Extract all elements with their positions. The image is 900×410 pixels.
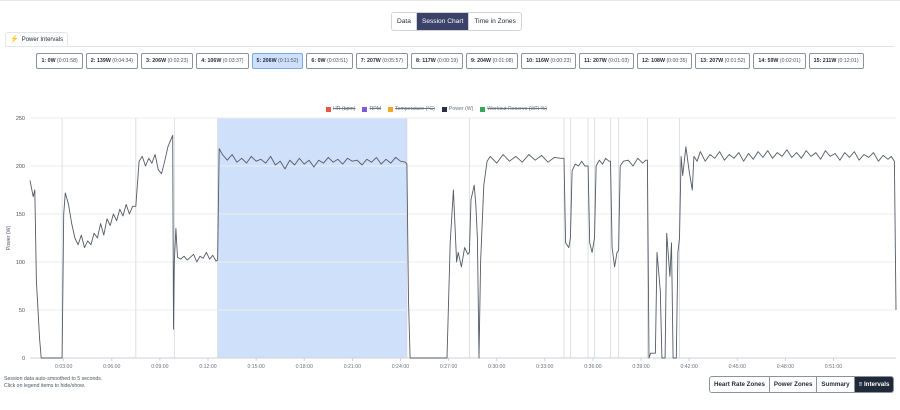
interval-button-9[interactable]: 9: 204W (0:01:08) [465, 53, 519, 69]
interval-duration: (0:01:03) [606, 58, 630, 64]
interval-button-8[interactable]: 8: 117W (0:00:19) [411, 53, 463, 69]
interval-duration: (0:05:57) [380, 58, 404, 64]
tab-power-intervals[interactable]: ⚡ Power Intervals [5, 32, 69, 47]
tab-intervals[interactable]: ≡ Intervals [854, 377, 894, 392]
interval-label: 15: 211W [813, 58, 837, 64]
interval-duration: (0:00:23) [548, 58, 572, 64]
x-tick-label: 0:48:00 [777, 364, 794, 370]
interval-button-14[interactable]: 14: 59W (0:02:01) [753, 53, 806, 69]
x-tick-label: 0:36:00 [584, 364, 601, 370]
x-tick-label: 0:12:00 [199, 364, 216, 370]
x-tick-label: 0:21:00 [344, 364, 361, 370]
smoothing-note: Session data auto-smoothed to 5 seconds.… [4, 376, 102, 390]
x-tick-label: 0:24:00 [392, 364, 409, 370]
x-tick-label: 0:06:00 [103, 364, 120, 370]
interval-label: 3: 206W [146, 58, 167, 64]
bottom-tabs: Heart Rate Zones Power Zones Summary ≡ I… [709, 376, 895, 393]
x-tick-label: 0:45:00 [729, 364, 746, 370]
interval-label: 12: 108W [642, 58, 665, 64]
interval-label: 13: 207W [700, 58, 724, 64]
interval-label: 4: 106W [201, 58, 222, 64]
tab-time-in-zones[interactable]: Time in Zones [469, 13, 521, 30]
interval-duration: (0:03:51) [325, 58, 348, 64]
interval-button-1[interactable]: 1: 0W (0:01:58) [36, 53, 83, 69]
interval-label: 10: 116W [526, 58, 549, 64]
interval-duration: (0:00:19) [435, 58, 458, 64]
interval-button-3[interactable]: 3: 206W (0:02:23) [141, 53, 194, 69]
y-tick-label: 150 [16, 212, 25, 218]
x-tick-label: 0:15:00 [247, 364, 264, 370]
selected-interval-highlight [217, 118, 407, 358]
interval-duration: (0:11:52) [276, 58, 299, 64]
interval-button-5[interactable]: 5: 206W (0:11:52) [251, 53, 304, 69]
legend-swatch [480, 106, 486, 112]
legend-swatch [326, 106, 331, 112]
legend-swatch [441, 106, 447, 112]
interval-duration: (0:01:58) [55, 58, 78, 64]
lightning-icon: ⚡ [10, 36, 19, 43]
x-tick-label: 0:33:00 [536, 364, 553, 370]
interval-duration: (0:01:08) [491, 58, 514, 64]
interval-button-2[interactable]: 2: 139W (0:04:34) [85, 53, 139, 69]
tab-summary[interactable]: Summary [817, 377, 855, 392]
x-tick-label: 0:42:00 [680, 364, 697, 370]
interval-duration: (0:01:52) [723, 58, 746, 64]
interval-button-4[interactable]: 4: 106W (0:03:37) [196, 53, 249, 69]
x-tick-label: 0:09:00 [151, 364, 168, 370]
y-tick-label: 200 [16, 164, 25, 170]
interval-label: 2: 139W [90, 58, 111, 64]
x-tick-label: 0:18:00 [296, 364, 313, 370]
tab-power-intervals-label: Power Intervals [21, 37, 64, 43]
interval-label: 5: 206W [256, 58, 277, 64]
interval-button-7[interactable]: 7: 207W (0:05:57) [355, 53, 409, 69]
top-divider [0, 0, 900, 1]
interval-duration: (0:03:37) [221, 58, 244, 64]
tab-underline [5, 46, 894, 47]
x-tick-label: 0:03:00 [55, 364, 72, 370]
interval-button-12[interactable]: 12: 108W (0:00:35) [637, 53, 693, 69]
interval-duration: (0:04:34) [110, 58, 134, 64]
interval-label: 7: 207W [360, 58, 381, 64]
interval-label: 6: 0W [311, 58, 326, 64]
smoothing-note-line1: Session data auto-smoothed to 5 seconds. [4, 376, 103, 382]
y-axis-label: Power (W) [6, 225, 12, 250]
tab-data[interactable]: Data [392, 13, 417, 30]
interval-duration: (0:02:23) [166, 58, 189, 64]
y-tick-label: 250 [16, 116, 25, 122]
interval-label: 11: 207W [584, 58, 607, 64]
interval-duration: (0:00:35) [665, 58, 688, 64]
tab-session-chart[interactable]: Session Chart [416, 13, 470, 30]
interval-duration: (0:12:01) [836, 58, 859, 64]
legend-swatch [362, 106, 368, 112]
interval-button-15[interactable]: 15: 211W (0:12:01) [808, 53, 864, 69]
x-tick-label: 0:39:00 [632, 364, 649, 370]
x-tick-label: 0:51:00 [825, 364, 842, 370]
interval-button-6[interactable]: 6: 0W (0:03:51) [306, 53, 353, 69]
interval-buttons: 1: 0W (0:01:58) 2: 139W (0:04:34) 3: 206W … [20, 53, 880, 69]
x-tick-label: 0:30:00 [488, 364, 505, 370]
view-toggle: Data Session Chart Time in Zones [391, 12, 522, 31]
y-tick-label: 50 [19, 308, 25, 314]
x-tick-label: 0:27:00 [440, 364, 457, 370]
interval-label: 14: 59W [758, 58, 779, 64]
power-series-line [29, 134, 897, 359]
interval-label: 8: 117W [416, 58, 436, 64]
interval-label: 9: 204W [470, 58, 491, 64]
interval-button-10[interactable]: 10: 116W (0:00:23) [521, 53, 577, 69]
interval-button-11[interactable]: 11: 207W (0:01:03) [579, 53, 635, 69]
y-tick-label: 0 [22, 356, 25, 362]
smoothing-note-line2: Click on legend items to hide/show. [4, 383, 86, 389]
power-chart[interactable]: 0 50 100 150 200 250 0:03:00 0:06:00 0:09:00 0:12… [0, 112, 900, 374]
interval-button-13[interactable]: 13: 207W (0:01:52) [695, 53, 751, 69]
legend-swatch [388, 106, 394, 112]
interval-duration: (0:02:01) [778, 58, 801, 64]
tab-heart-rate-zones[interactable]: Heart Rate Zones [710, 377, 770, 392]
interval-label: 1: 0W [41, 58, 56, 64]
y-tick-label: 100 [16, 260, 25, 266]
tab-power-zones[interactable]: Power Zones [769, 377, 818, 392]
